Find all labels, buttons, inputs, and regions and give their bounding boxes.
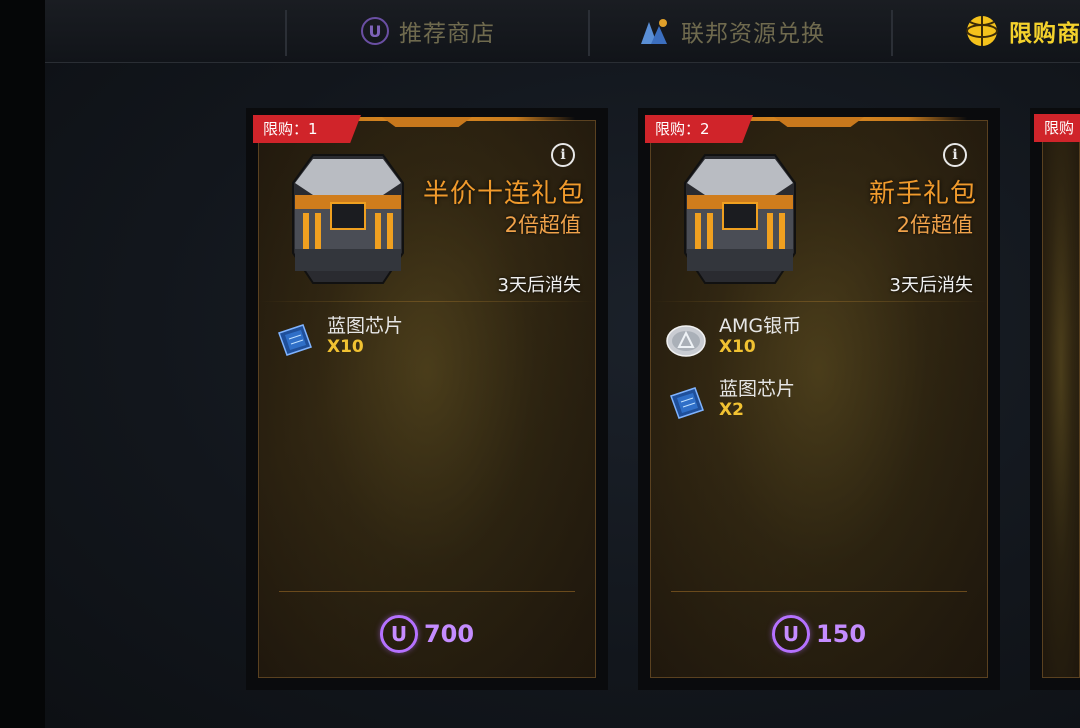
purchase-limit-badge: 限购：2 [645, 115, 753, 143]
globe-icon [966, 16, 998, 46]
pack-title: 新手礼包 [868, 179, 977, 209]
pack-title: 半价十连礼包 [422, 179, 585, 209]
left-edge [0, 0, 45, 728]
card-panel: 限购：1 i 半价十连礼包 2倍超值 3天后消失 蓝图芯片 X10 U 700 [253, 115, 596, 678]
pack-value-label: 2倍超值 [504, 213, 581, 237]
tab-label: 推荐商店 [399, 21, 495, 47]
purchase-limit-badge: 限购 [1034, 114, 1080, 142]
tab-limited-shop[interactable]: 限购商 [965, 0, 1080, 62]
item-name: AMG银币 [719, 315, 802, 337]
pack-value-label: 2倍超值 [896, 213, 973, 237]
card-top-tab [382, 117, 472, 127]
item-quantity: X10 [327, 337, 364, 357]
tab-divider [891, 10, 893, 56]
item-quantity: X10 [719, 337, 756, 357]
blueprint-chip-icon [670, 387, 704, 419]
pack-card-newbie[interactable]: 限购：2 i 新手礼包 2倍超值 3天后消失 AMG银币 X10 蓝图芯片 X2… [638, 108, 1000, 690]
card-panel: 限购：2 i 新手礼包 2倍超值 3天后消失 AMG银币 X10 蓝图芯片 X2… [645, 115, 988, 678]
tab-label: 限购商 [1009, 21, 1080, 47]
card-panel [1042, 120, 1080, 678]
item-name: 蓝图芯片 [327, 315, 404, 337]
reward-item[interactable]: 蓝图芯片 X10 [273, 311, 573, 371]
pack-card-partial[interactable] [1030, 108, 1080, 690]
item-name: 蓝图芯片 [719, 378, 796, 400]
chest-icon [684, 154, 796, 284]
info-icon[interactable]: i [551, 143, 575, 167]
pack-card-half-price[interactable]: 限购：1 i 半价十连礼包 2倍超值 3天后消失 蓝图芯片 X10 U 700 [246, 108, 608, 690]
resources-icon [641, 19, 667, 44]
divider [259, 301, 595, 302]
blueprint-chip-icon [278, 324, 312, 356]
item-quantity: X2 [719, 400, 744, 420]
info-icon[interactable]: i [943, 143, 967, 167]
u-currency-icon: U [771, 615, 810, 653]
u-currency-icon: U [379, 615, 418, 653]
price-value: 150 [815, 620, 867, 648]
tab-federation-exchange[interactable]: 联邦资源兑换 [639, 0, 825, 62]
divider [279, 591, 575, 592]
price-value: 700 [423, 620, 475, 648]
chest-icon [292, 154, 404, 284]
card-top-tab [774, 117, 864, 127]
divider [671, 591, 967, 592]
reward-item[interactable]: AMG银币 X10 [665, 311, 965, 371]
buy-button[interactable]: U 150 [651, 611, 987, 657]
tab-divider [588, 10, 590, 56]
divider [651, 301, 987, 302]
silver-coin-icon [666, 325, 706, 357]
tab-divider [285, 10, 287, 56]
purchase-limit-badge: 限购：1 [253, 115, 361, 143]
tab-recommended-shop[interactable]: U 推荐商店 [361, 0, 495, 62]
expire-label: 3天后消失 [497, 275, 581, 296]
reward-item[interactable]: 蓝图芯片 X2 [665, 374, 965, 434]
buy-button[interactable]: U 700 [259, 611, 595, 657]
shop-tab-bar: U 推荐商店 联邦资源兑换 限购商 [45, 0, 1080, 63]
tab-label: 联邦资源兑换 [681, 21, 825, 47]
u-currency-icon: U [361, 17, 389, 45]
expire-label: 3天后消失 [889, 275, 973, 296]
